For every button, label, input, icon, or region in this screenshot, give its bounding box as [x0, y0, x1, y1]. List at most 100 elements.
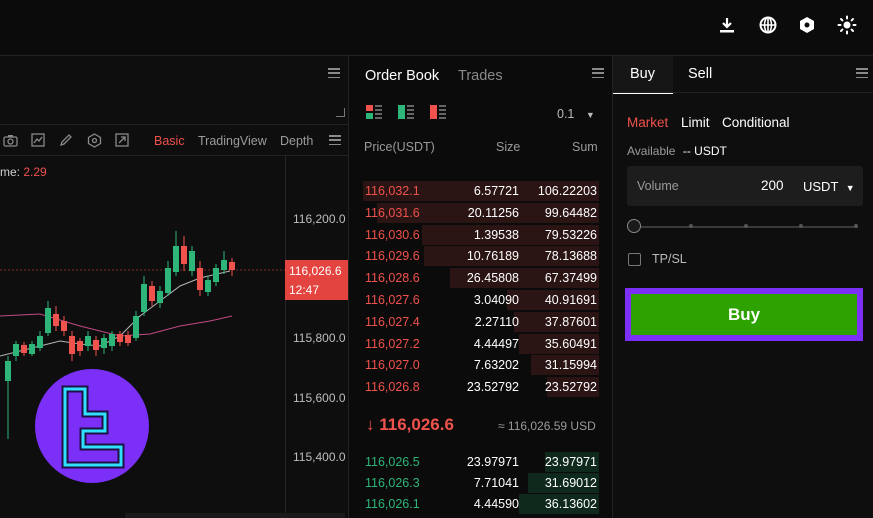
ask-sum: 37.87601: [544, 314, 597, 329]
camera-icon[interactable]: [2, 132, 18, 148]
volume-input[interactable]: Volume 200 USDT ▼: [627, 166, 863, 206]
ask-price: 116,031.6: [365, 205, 420, 220]
chart-menu-icon[interactable]: [328, 68, 340, 78]
ask-price: 116,026.8: [365, 380, 420, 395]
download-icon[interactable]: [716, 14, 738, 36]
tab-sell[interactable]: Sell: [688, 66, 712, 82]
divider: [0, 124, 348, 125]
current-price-value: 116,026.6: [289, 264, 342, 278]
ask-size: 1.39538: [473, 227, 519, 242]
ask-size: 20.11256: [467, 205, 519, 220]
ask-row[interactable]: 116,030.6 1.39538 79.53226: [363, 224, 599, 246]
y-axis-tick: 115,600.0: [293, 391, 346, 405]
divider: [613, 92, 873, 93]
ask-row[interactable]: 116,027.6 3.04090 40.91691: [363, 289, 599, 311]
buy-button-label: Buy: [727, 304, 761, 324]
tab-buy-label: Buy: [630, 66, 655, 82]
ask-row[interactable]: 116,029.6 10.76189 78.13688: [363, 245, 599, 267]
current-price-tag: 116,026.6 12:47: [285, 260, 348, 300]
y-axis-tick: 115,800.0: [293, 331, 346, 345]
view-bids-icon[interactable]: [398, 104, 414, 120]
tab-trades[interactable]: Trades: [458, 68, 503, 84]
bid-row[interactable]: 116,026.5 23.97971 23.97971: [363, 451, 599, 473]
ask-size: 3.04090: [473, 293, 519, 307]
orderbook-menu-icon[interactable]: [592, 68, 604, 78]
bid-sum: 31.69012: [544, 476, 597, 490]
order-type-conditional[interactable]: Conditional: [722, 115, 790, 130]
current-price-time: 12:47: [289, 283, 320, 297]
tab-tradingview[interactable]: TradingView: [198, 134, 267, 148]
volume-unit: USDT: [803, 179, 839, 194]
chart-settings-menu-icon[interactable]: [329, 135, 341, 145]
bid-sum: 23.97971: [544, 455, 597, 469]
ask-size: 7.63202: [473, 358, 519, 373]
last-price: ↓ 116,026.6: [366, 415, 454, 434]
pencil-icon[interactable]: [58, 132, 74, 148]
volume-unit-select[interactable]: USDT ▼: [803, 179, 855, 194]
amount-slider[interactable]: [627, 219, 858, 235]
buy-button-highlight: Buy: [625, 288, 863, 341]
y-axis-tick: 116,200.0: [293, 212, 346, 226]
tpsl-checkbox[interactable]: [628, 253, 641, 266]
available-value: -- USDT: [682, 144, 727, 158]
expand-icon[interactable]: [114, 132, 130, 148]
ask-size: 4.44497: [473, 336, 519, 351]
ask-sum: 35.60491: [544, 336, 597, 351]
globe-icon[interactable]: [757, 14, 779, 36]
buy-button[interactable]: Buy: [631, 294, 857, 335]
ask-price: 116,027.2: [365, 336, 420, 351]
tab-depth[interactable]: Depth: [280, 134, 313, 148]
tab-orderbook[interactable]: Order Book: [365, 68, 439, 84]
price-axis-divider: [285, 156, 286, 518]
ask-row[interactable]: 116,032.1 6.57721 106.22203: [363, 180, 599, 202]
ask-size: 23.52792: [466, 380, 519, 395]
ask-price: 116,028.6: [365, 271, 420, 286]
ask-row[interactable]: 116,026.8 23.52792 23.52792: [363, 376, 599, 398]
order-type-market[interactable]: Market: [627, 115, 668, 130]
ask-price: 116,029.6: [365, 249, 420, 264]
ask-row[interactable]: 116,027.2 4.44497 35.60491: [363, 333, 599, 355]
tab-buy[interactable]: Buy: [613, 56, 673, 94]
bid-size: 7.71041: [473, 476, 519, 490]
ask-sum: 31.15994: [544, 358, 597, 373]
ask-sum: 23.52792: [544, 380, 597, 395]
resize-handle-icon[interactable]: [336, 108, 345, 117]
volume-value: 200: [761, 178, 784, 193]
line-chart-icon[interactable]: [30, 132, 46, 148]
bid-price: 116,026.1: [365, 497, 420, 511]
order-type-limit[interactable]: Limit: [681, 115, 710, 130]
hexagon-icon[interactable]: [796, 14, 818, 36]
view-both-icon[interactable]: [366, 104, 382, 120]
ask-price: 116,027.0: [365, 358, 420, 373]
chevron-down-icon: ▼: [585, 110, 595, 120]
volume-label: Volume: [637, 179, 679, 193]
tab-basic[interactable]: Basic: [154, 134, 185, 148]
ask-row[interactable]: 116,027.4 2.27110 37.87601: [363, 311, 599, 333]
scrollbar[interactable]: [125, 513, 345, 518]
ask-sum: 67.37499: [544, 271, 597, 286]
precision-value: 0.1: [557, 107, 575, 121]
ask-size: 2.27110: [474, 314, 519, 329]
ask-row[interactable]: 116,031.6 20.11256 99.64482: [363, 202, 599, 224]
settings-icon[interactable]: [836, 14, 858, 36]
precision-select[interactable]: 0.1 ▼: [557, 107, 595, 121]
view-asks-icon[interactable]: [430, 104, 446, 120]
ask-row[interactable]: 116,028.6 26.45808 67.37499: [363, 267, 599, 289]
slider-thumb[interactable]: [627, 219, 641, 233]
indicator-hex-icon[interactable]: [86, 132, 102, 148]
bid-sum: 36.13602: [544, 497, 597, 511]
ask-row[interactable]: 116,027.0 7.63202 31.15994: [363, 354, 599, 376]
bid-row[interactable]: 116,026.1 4.44590 36.13602: [363, 493, 599, 515]
brand-logo: [35, 369, 149, 483]
ask-sum: 40.91691: [544, 293, 597, 307]
available-label: Available: [627, 144, 676, 158]
col-sum: Sum: [572, 140, 598, 154]
bid-price: 116,026.3: [365, 476, 420, 490]
ask-price: 116,032.1: [365, 184, 420, 198]
tpsl-label: TP/SL: [652, 252, 687, 266]
bid-size: 23.97971: [466, 455, 519, 469]
bid-row[interactable]: 116,026.3 7.71041 31.69012: [363, 472, 599, 494]
ask-sum: 79.53226: [544, 227, 597, 242]
col-price: Price(USDT): [364, 140, 435, 154]
trade-menu-icon[interactable]: [856, 68, 868, 78]
